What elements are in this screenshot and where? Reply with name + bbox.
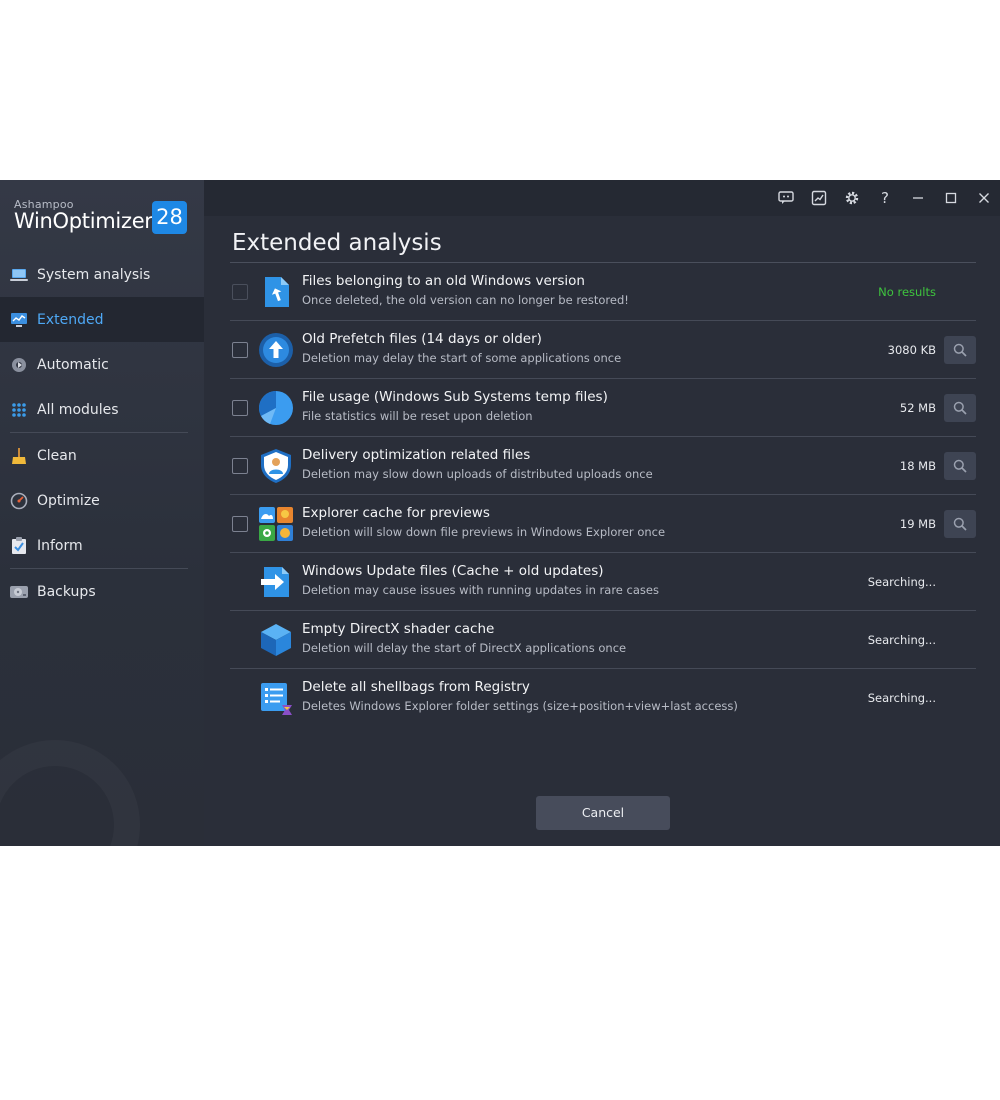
list-item: Empty DirectX shader cache Deletion will… — [230, 611, 976, 669]
list-item: Windows Update files (Cache + old update… — [230, 553, 976, 611]
update-arrow-icon — [258, 564, 294, 600]
page-title: Extended analysis — [232, 230, 442, 256]
maximize-icon[interactable] — [939, 186, 963, 210]
sidebar-item-extended[interactable]: Extended — [0, 297, 204, 342]
row-status: Searching... — [867, 691, 936, 705]
sidebar-item-label: Inform — [37, 537, 83, 554]
row-title: Files belonging to an old Windows versio… — [302, 273, 585, 289]
preview-tiles-icon — [258, 506, 294, 542]
row-checkbox[interactable] — [232, 458, 248, 474]
row-description: Deletes Windows Explorer folder settings… — [302, 699, 738, 713]
row-title: Delete all shellbags from Registry — [302, 679, 530, 695]
row-title: File usage (Windows Sub Systems temp fil… — [302, 389, 608, 405]
prefetch-upload-icon — [258, 332, 294, 368]
search-icon — [953, 401, 967, 415]
sidebar-item-optimize[interactable]: Optimize — [0, 478, 204, 523]
monitor-chart-icon — [10, 311, 28, 329]
registry-list-icon — [258, 680, 294, 716]
row-checkbox[interactable] — [232, 342, 248, 358]
details-search-button[interactable] — [944, 394, 976, 422]
auto-gear-icon — [10, 356, 28, 374]
laptop-icon — [10, 266, 28, 284]
clipboard-check-icon — [10, 536, 28, 555]
sidebar: Ashampoo WinOptimizer 28 System analysis… — [0, 180, 204, 846]
row-status: No results — [878, 285, 936, 299]
list-item: Files belonging to an old Windows versio… — [230, 263, 976, 321]
row-title: Delivery optimization related files — [302, 447, 531, 463]
sidebar-item-inform[interactable]: Inform — [0, 523, 204, 568]
details-search-button[interactable] — [944, 336, 976, 364]
row-size: 18 MB — [899, 459, 936, 473]
hard-drive-icon — [10, 583, 28, 601]
row-status: Searching... — [867, 575, 936, 589]
analysis-list: Files belonging to an old Windows versio… — [230, 263, 976, 727]
pie-chart-icon — [258, 390, 294, 426]
row-checkbox — [232, 284, 248, 300]
row-description: Deletion may delay the start of some app… — [302, 351, 622, 365]
brand-logo: Ashampoo WinOptimizer 28 — [14, 198, 194, 242]
old-windows-file-icon — [258, 274, 294, 310]
row-description: Once deleted, the old version can no lon… — [302, 293, 629, 307]
close-icon[interactable] — [972, 186, 996, 210]
minimize-icon[interactable] — [906, 186, 930, 210]
search-icon — [953, 343, 967, 357]
app-window: Ashampoo WinOptimizer 28 System analysis… — [0, 180, 1000, 846]
list-item: Old Prefetch files (14 days or older) De… — [230, 321, 976, 379]
chart-window-icon[interactable] — [807, 186, 831, 210]
row-description: Deletion will slow down file previews in… — [302, 525, 666, 539]
sidebar-item-label: Automatic — [37, 356, 109, 373]
help-glyph: ? — [881, 189, 889, 207]
row-title: Empty DirectX shader cache — [302, 621, 495, 637]
sidebar-item-all-modules[interactable]: All modules — [0, 387, 204, 432]
row-size: 19 MB — [899, 517, 936, 531]
gear-icon[interactable] — [840, 186, 864, 210]
search-icon — [953, 459, 967, 473]
decorative-gear-background — [0, 740, 140, 846]
sidebar-item-label: Extended — [37, 311, 104, 328]
list-item: Delivery optimization related files Dele… — [230, 437, 976, 495]
list-item: File usage (Windows Sub Systems temp fil… — [230, 379, 976, 437]
sidebar-item-label: Clean — [37, 447, 77, 464]
feedback-icon[interactable] — [774, 186, 798, 210]
speedometer-icon — [10, 492, 28, 510]
sidebar-item-clean[interactable]: Clean — [0, 433, 204, 478]
row-checkbox[interactable] — [232, 516, 248, 532]
row-size: 3080 KB — [887, 343, 936, 357]
row-description: File statistics will be reset upon delet… — [302, 409, 533, 423]
sidebar-item-label: System analysis — [37, 266, 151, 283]
row-size: 52 MB — [899, 401, 936, 415]
row-description: Deletion may cause issues with running u… — [302, 583, 659, 597]
main-content: Extended analysis Files belonging to an … — [204, 216, 1000, 846]
sidebar-item-label: Optimize — [37, 492, 100, 509]
sidebar-item-system-analysis[interactable]: System analysis — [0, 252, 204, 297]
search-icon — [953, 517, 967, 531]
row-title: Explorer cache for previews — [302, 505, 490, 521]
brand-product: WinOptimizer — [14, 209, 153, 233]
broom-icon — [10, 447, 28, 465]
sidebar-item-label: Backups — [37, 583, 96, 600]
title-bar: ? — [204, 180, 1000, 216]
row-checkbox[interactable] — [232, 400, 248, 416]
details-search-button[interactable] — [944, 510, 976, 538]
shield-user-icon — [258, 448, 294, 484]
row-title: Old Prefetch files (14 days or older) — [302, 331, 542, 347]
row-description: Deletion will delay the start of DirectX… — [302, 641, 627, 655]
cancel-button[interactable]: Cancel — [536, 796, 670, 830]
help-icon[interactable]: ? — [873, 186, 897, 210]
sidebar-item-backups[interactable]: Backups — [0, 569, 204, 614]
row-title: Windows Update files (Cache + old update… — [302, 563, 604, 579]
directx-cube-icon — [258, 622, 294, 658]
list-item: Explorer cache for previews Deletion wil… — [230, 495, 976, 553]
row-status: Searching... — [867, 633, 936, 647]
brand-version-badge: 28 — [152, 201, 187, 234]
sidebar-nav: System analysis Extended Automatic All m… — [0, 252, 204, 614]
list-item: Delete all shellbags from Registry Delet… — [230, 669, 976, 727]
grid-dots-icon — [10, 401, 28, 419]
sidebar-item-label: All modules — [37, 401, 119, 418]
row-description: Deletion may slow down uploads of distri… — [302, 467, 653, 481]
sidebar-item-automatic[interactable]: Automatic — [0, 342, 204, 387]
details-search-button[interactable] — [944, 452, 976, 480]
